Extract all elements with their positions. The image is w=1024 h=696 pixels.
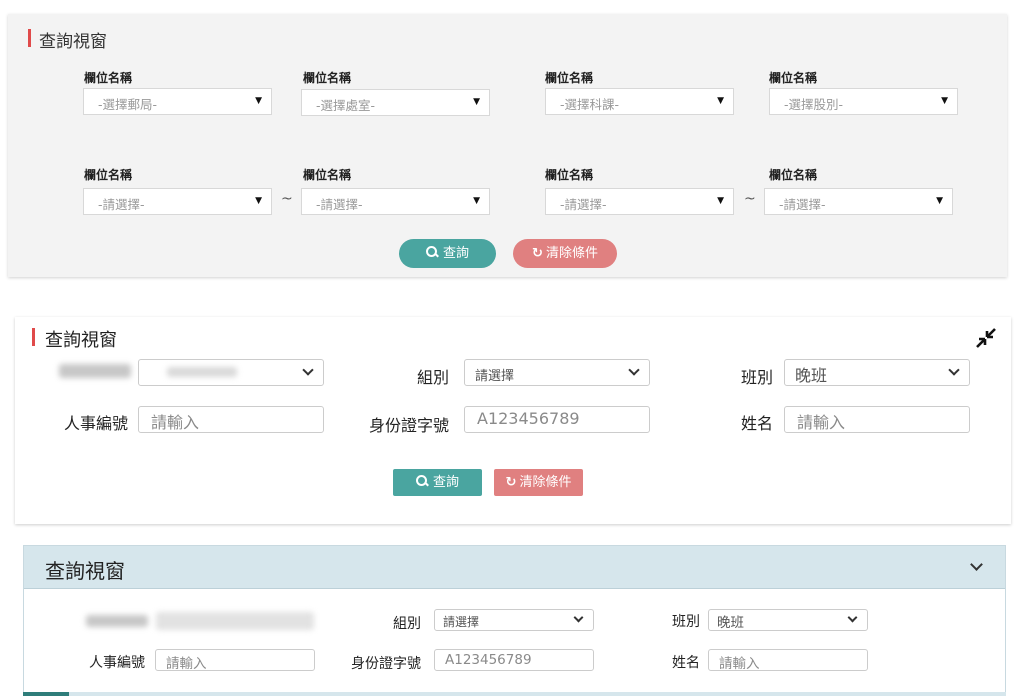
- query-panel-2: 查詢視窗 組別 請選擇 班別 晚班 人事編號 請輸入 身份證字號 A123456…: [15, 317, 1011, 524]
- title-marker: [32, 328, 35, 346]
- next-panel-edge: [23, 692, 1006, 696]
- dropdown-arrow-icon: ▼: [255, 196, 262, 206]
- select-value: -請選擇-: [779, 197, 826, 212]
- shift-select[interactable]: 晚班: [708, 609, 868, 631]
- range-start-select-2[interactable]: -請選擇- ▼: [545, 188, 734, 215]
- range-end-select-1[interactable]: -請選擇- ▼: [301, 188, 490, 215]
- input-placeholder: 請輸入: [151, 413, 200, 432]
- field-label: 欄位名稱: [303, 71, 352, 85]
- shift-select[interactable]: 晚班: [784, 359, 970, 386]
- select-value: -選擇處室-: [316, 98, 376, 113]
- chevron-down-icon: [948, 364, 960, 376]
- field-label: 欄位名稱: [545, 168, 594, 182]
- input-placeholder: 請輸入: [797, 413, 846, 432]
- unit-select[interactable]: -選擇股別- ▼: [769, 88, 958, 115]
- dropdown-arrow-icon: ▼: [255, 96, 262, 106]
- select-value: -選擇科課-: [560, 97, 620, 112]
- id-number-input[interactable]: A123456789: [464, 406, 650, 433]
- name-input[interactable]: 請輸入: [784, 406, 970, 433]
- redacted-select[interactable]: [138, 359, 324, 386]
- select-value: 晚班: [717, 615, 744, 631]
- chevron-down-icon[interactable]: [970, 558, 983, 571]
- chevron-down-icon: [573, 612, 584, 623]
- select-value: -請選擇-: [560, 197, 607, 212]
- select-value: 晚班: [795, 366, 828, 385]
- chevron-down-icon: [628, 364, 640, 376]
- select-value: 請選擇: [443, 615, 480, 629]
- dropdown-arrow-icon: ▼: [717, 96, 724, 106]
- group-select[interactable]: 請選擇: [464, 359, 650, 386]
- staff-id-input[interactable]: 請輸入: [155, 649, 315, 672]
- name-input[interactable]: 請輸入: [708, 649, 868, 672]
- post-office-select[interactable]: -選擇郵局- ▼: [83, 88, 272, 115]
- dropdown-arrow-icon: ▼: [717, 196, 724, 206]
- input-placeholder: 請輸入: [166, 656, 207, 672]
- staff-id-input[interactable]: 請輸入: [138, 406, 324, 433]
- chevron-down-icon: [847, 612, 858, 623]
- collapse-icon[interactable]: [974, 326, 998, 350]
- dropdown-arrow-icon: ▼: [936, 196, 943, 206]
- shift-label: 班別: [672, 614, 700, 630]
- select-value: -請選擇-: [98, 197, 145, 212]
- title-marker: [28, 29, 31, 47]
- range-end-select-2[interactable]: -請選擇- ▼: [764, 188, 953, 215]
- input-value: A123456789: [477, 409, 580, 428]
- panel-title: 查詢視窗: [39, 32, 107, 52]
- select-value: -選擇股別-: [784, 97, 844, 112]
- refresh-icon: ↻: [505, 475, 517, 490]
- clear-button[interactable]: ↻ 清除條件: [494, 469, 583, 496]
- name-label: 姓名: [672, 655, 700, 671]
- redacted-select: [156, 612, 314, 630]
- field-label: 欄位名稱: [303, 168, 352, 182]
- group-select[interactable]: 請選擇: [434, 609, 594, 631]
- refresh-icon: ↻: [532, 246, 543, 261]
- select-value: -請選擇-: [316, 197, 363, 212]
- select-value: -選擇郵局-: [98, 97, 158, 112]
- department-select[interactable]: -選擇處室- ▼: [301, 89, 490, 116]
- search-button-label: 查詢: [442, 246, 469, 261]
- search-icon: [425, 246, 438, 258]
- staff-id-label: 人事編號: [89, 655, 145, 671]
- select-value: 請選擇: [475, 369, 515, 384]
- range-start-select-1[interactable]: -請選擇- ▼: [83, 188, 272, 215]
- query-panel-1: 查詢視窗 欄位名稱 -選擇郵局- ▼ 欄位名稱 -選擇處室- ▼ 欄位名稱 -選…: [8, 14, 1007, 277]
- id-number-label: 身份證字號: [351, 656, 421, 672]
- search-button[interactable]: 查詢: [393, 469, 482, 496]
- group-label: 組別: [393, 616, 421, 632]
- search-button-label: 查詢: [432, 475, 459, 490]
- field-label: 欄位名稱: [769, 168, 818, 182]
- search-button[interactable]: 查詢: [399, 239, 496, 268]
- input-placeholder: 請輸入: [719, 656, 760, 672]
- section-select[interactable]: -選擇科課- ▼: [545, 88, 734, 115]
- dropdown-arrow-icon: ▼: [473, 196, 480, 206]
- clear-button[interactable]: ↻ 清除條件: [513, 239, 617, 268]
- clear-button-label: 清除條件: [519, 475, 572, 490]
- query-panel-3: 查詢視窗 組別 請選擇 班別 晚班 人事編號 請輸入 身份證字號 A123456…: [23, 545, 1006, 696]
- id-number-label: 身份證字號: [368, 416, 449, 435]
- redacted-label: [59, 364, 131, 378]
- group-label: 組別: [416, 368, 449, 387]
- range-separator: ~: [744, 191, 756, 207]
- search-icon: [415, 475, 428, 487]
- shift-label: 班別: [740, 368, 773, 387]
- panel-title: 查詢視窗: [45, 330, 117, 351]
- panel-title: 查詢視窗: [45, 559, 125, 583]
- dropdown-arrow-icon: ▼: [473, 97, 480, 107]
- name-label: 姓名: [740, 414, 773, 433]
- field-label: 欄位名稱: [769, 71, 818, 85]
- field-label: 欄位名稱: [545, 71, 594, 85]
- range-separator: ~: [281, 191, 293, 207]
- input-value: A123456789: [445, 652, 532, 668]
- field-label: 欄位名稱: [84, 168, 133, 182]
- id-number-input[interactable]: A123456789: [434, 649, 594, 671]
- panel-header[interactable]: 查詢視窗: [24, 546, 1005, 589]
- field-label: 欄位名稱: [84, 71, 133, 85]
- chevron-down-icon: [302, 364, 314, 376]
- redacted-label: [86, 615, 148, 627]
- clear-button-label: 清除條件: [545, 246, 598, 261]
- redacted-value: [167, 367, 237, 377]
- dropdown-arrow-icon: ▼: [941, 96, 948, 106]
- staff-id-label: 人事編號: [63, 414, 128, 433]
- next-panel-tab: [23, 692, 69, 696]
